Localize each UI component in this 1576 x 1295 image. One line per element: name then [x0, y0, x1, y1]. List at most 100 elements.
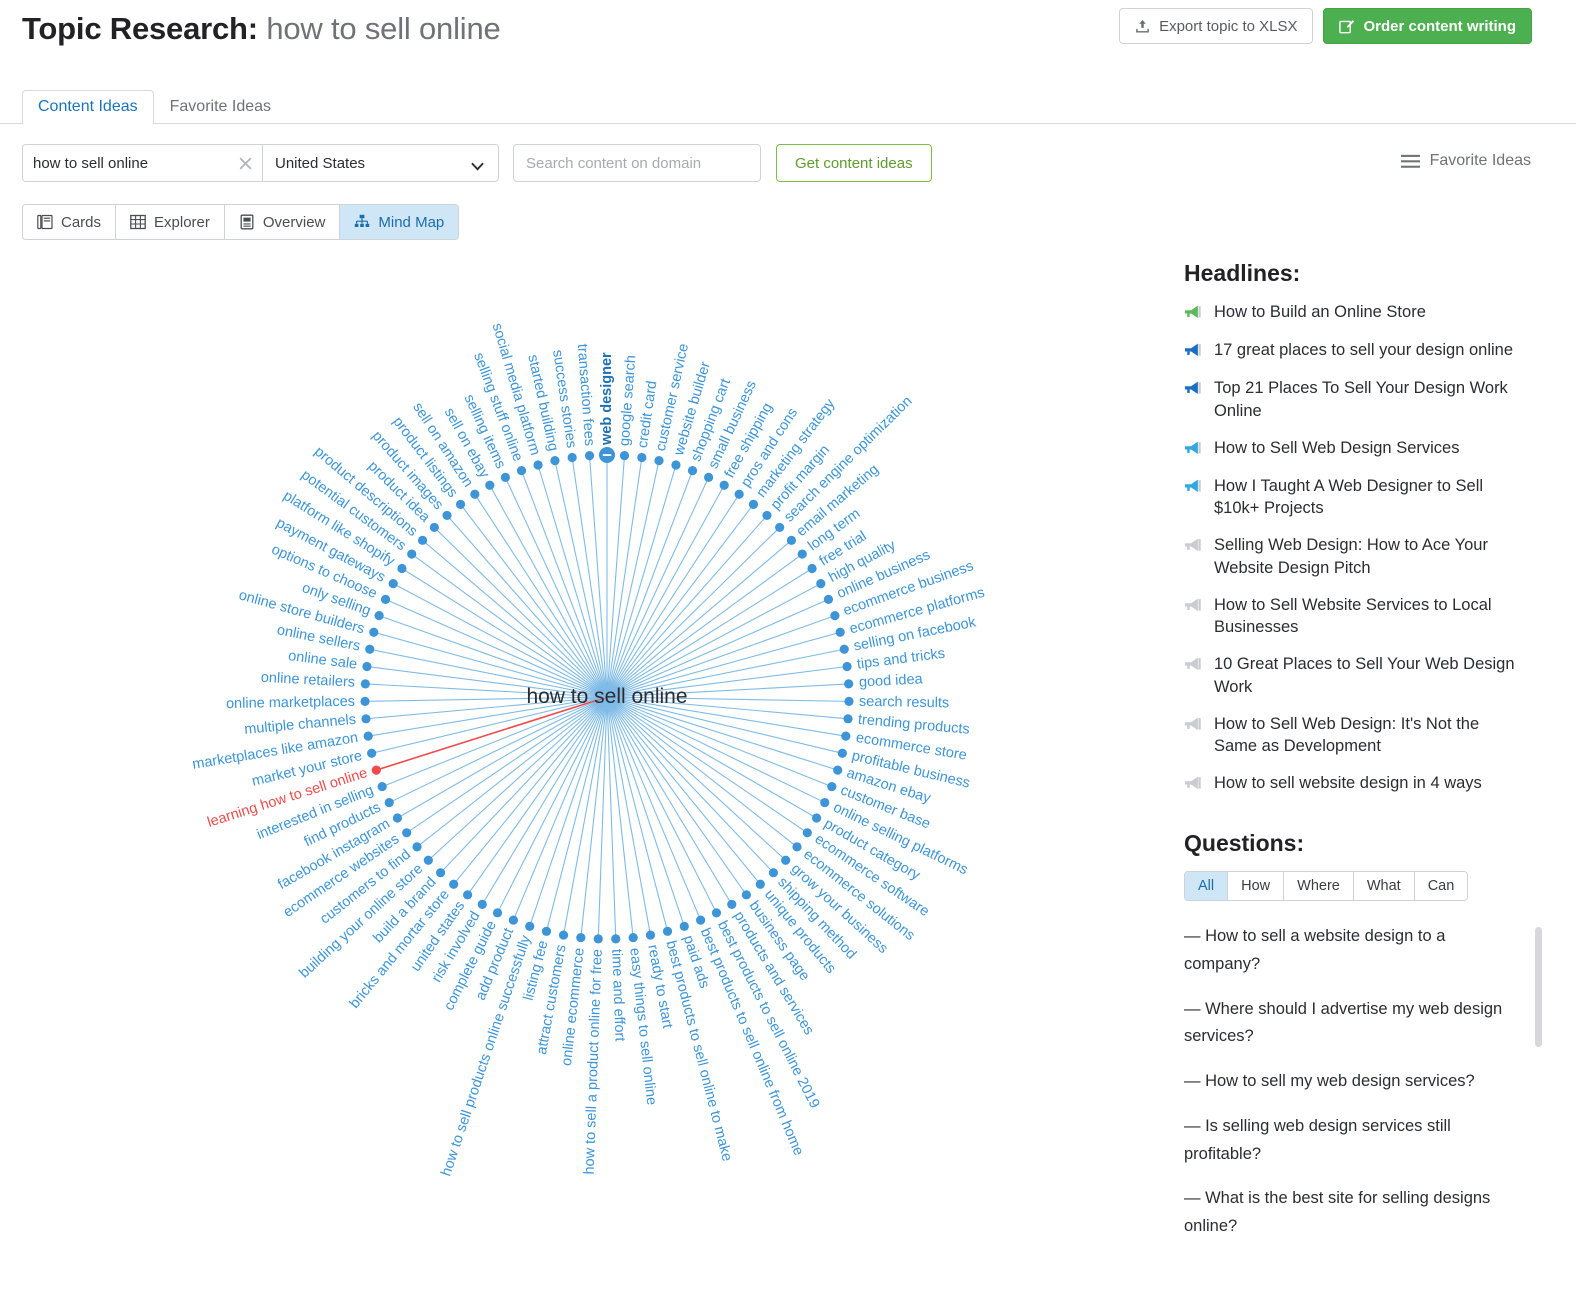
mindmap-node-dot[interactable]: [830, 611, 840, 621]
mindmap-node-dot[interactable]: [593, 934, 603, 944]
view-overview[interactable]: Overview: [224, 205, 341, 239]
export-topic-button[interactable]: Export topic to XLSX: [1119, 8, 1314, 44]
headline-item[interactable]: Selling Web Design: How to Ace Your Webs…: [1184, 534, 1526, 580]
mindmap-node-dot[interactable]: [786, 535, 797, 545]
question-item[interactable]: — What is the best site for selling desi…: [1184, 1185, 1509, 1240]
questions-scrollbar[interactable]: [1535, 927, 1542, 1048]
mindmap-node-dot[interactable]: [384, 797, 394, 808]
mindmap-node-dot[interactable]: [619, 451, 630, 461]
view-explorer[interactable]: Explorer: [116, 205, 225, 239]
mindmap-node-dot[interactable]: [748, 499, 759, 509]
mindmap-node-dot[interactable]: [654, 456, 664, 466]
mindmap-node-dot[interactable]: [820, 797, 830, 808]
country-select[interactable]: United States: [263, 145, 498, 181]
mindmap-node-dot[interactable]: [533, 460, 543, 470]
question-filter-can[interactable]: Can: [1414, 872, 1468, 901]
mindmap-node-dot[interactable]: [584, 451, 595, 461]
mindmap-node-dot[interactable]: [477, 899, 487, 909]
view-mind-map[interactable]: Mind Map: [340, 205, 459, 239]
mindmap-pane[interactable]: web designer google search credit card cust…: [0, 240, 1172, 1240]
mindmap-node-dot[interactable]: [841, 731, 851, 741]
mindmap-node-label[interactable]: online marketplaces: [226, 693, 355, 711]
keyword-input[interactable]: [23, 145, 228, 181]
mindmap-node-dot[interactable]: [839, 644, 849, 654]
headline-item[interactable]: How to Sell Website Services to Local Bu…: [1184, 594, 1526, 640]
mindmap-node-dot[interactable]: [792, 842, 802, 852]
mindmap-node-dot[interactable]: [558, 930, 569, 940]
mindmap-node-label[interactable]: time and effort: [608, 949, 627, 1042]
mindmap-node-dot[interactable]: [508, 915, 518, 925]
mindmap-node-dot[interactable]: [516, 466, 527, 476]
question-filter-all[interactable]: All: [1185, 872, 1229, 901]
mindmap-node-dot[interactable]: [550, 456, 560, 466]
headline-item[interactable]: 10 Great Places to Sell Your Web Design …: [1184, 653, 1526, 699]
mindmap-node-dot[interactable]: [802, 828, 812, 838]
question-item[interactable]: — How to sell a website design to a comp…: [1184, 923, 1509, 978]
mindmap-node-dot[interactable]: [435, 868, 446, 878]
mindmap-node-label[interactable]: search results: [859, 693, 950, 711]
mindmap-node-dot[interactable]: [360, 679, 370, 689]
mindmap-node-dot[interactable]: [377, 781, 387, 792]
mindmap-node-dot[interactable]: [811, 813, 822, 823]
headline-item[interactable]: How I Taught A Web Designer to Sell $10k…: [1184, 475, 1526, 521]
mindmap-node-dot[interactable]: [360, 696, 370, 706]
mindmap-node-dot[interactable]: [807, 563, 817, 574]
mindmap-node-dot[interactable]: [755, 879, 765, 889]
mindmap-node-dot[interactable]: [407, 549, 417, 559]
question-filter-where[interactable]: Where: [1284, 872, 1354, 901]
mindmap-node-dot[interactable]: [762, 510, 772, 521]
get-content-ideas-button[interactable]: Get content ideas: [776, 144, 932, 182]
headline-item[interactable]: How to sell website design in 4 ways: [1184, 772, 1526, 796]
mindmap-node-dot[interactable]: [719, 480, 729, 490]
mindmap-node-dot[interactable]: [367, 748, 377, 758]
mindmap-node-dot[interactable]: [442, 510, 452, 521]
headline-item[interactable]: Top 21 Places To Sell Your Design Work O…: [1184, 377, 1526, 423]
mindmap-node-dot[interactable]: [397, 563, 407, 574]
mindmap-node-dot[interactable]: [687, 466, 698, 476]
clear-keyword-button[interactable]: [228, 145, 262, 181]
mindmap-node-dot[interactable]: [837, 748, 847, 758]
mindmap-node-dot[interactable]: [696, 915, 706, 925]
mindmap-node-dot[interactable]: [727, 899, 737, 909]
mindmap-node-dot[interactable]: [371, 765, 381, 775]
mindmap-node-dot[interactable]: [679, 921, 689, 931]
headline-item[interactable]: How to Build an Online Store: [1184, 301, 1526, 325]
favorite-ideas-button[interactable]: Favorite Ideas: [1400, 152, 1531, 170]
mindmap-node-dot[interactable]: [844, 696, 854, 706]
mindmap-node-dot[interactable]: [392, 813, 403, 823]
mindmap-node-dot[interactable]: [662, 926, 673, 936]
mindmap-node-dot[interactable]: [462, 890, 473, 900]
mindmap-node-dot[interactable]: [628, 932, 638, 943]
order-content-writing-button[interactable]: Order content writing: [1323, 8, 1532, 44]
question-filter-how[interactable]: How: [1228, 872, 1285, 901]
mindmap-node-dot[interactable]: [734, 489, 744, 499]
mindmap-node-dot[interactable]: [704, 472, 714, 482]
mindmap-node-dot[interactable]: [363, 731, 373, 741]
mindmap-node-dot[interactable]: [449, 879, 459, 889]
mindmap-node-dot[interactable]: [485, 480, 495, 490]
mindmap-node-label[interactable]: web designer: [599, 352, 615, 445]
headline-item[interactable]: 17 great places to sell your design onli…: [1184, 339, 1526, 363]
mindmap-node-dot[interactable]: [374, 611, 384, 621]
mindmap-node-dot[interactable]: [365, 644, 375, 654]
mindmap-node-dot[interactable]: [369, 627, 379, 637]
mindmap-node-dot[interactable]: [361, 714, 371, 724]
mindmap-node-dot[interactable]: [711, 908, 722, 918]
tab-content-ideas[interactable]: Content Ideas: [22, 90, 154, 124]
question-filter-what[interactable]: What: [1353, 872, 1415, 901]
mindmap-node-dot[interactable]: [611, 934, 621, 944]
mindmap-node-dot[interactable]: [455, 499, 466, 509]
headline-item[interactable]: How to Sell Web Design: It's Not the Sam…: [1184, 713, 1526, 759]
mindmap-node-dot[interactable]: [637, 452, 647, 463]
domain-search-input[interactable]: [513, 144, 761, 182]
question-item[interactable]: — How to sell my web design services?: [1184, 1068, 1509, 1096]
mindmap-node-dot[interactable]: [412, 842, 422, 852]
mindmap-node-dot[interactable]: [842, 661, 852, 672]
mindmap-node-dot[interactable]: [833, 765, 843, 775]
view-cards[interactable]: Cards: [23, 205, 117, 239]
mindmap-node-dot[interactable]: [525, 921, 535, 931]
mindmap-node-dot[interactable]: [500, 472, 510, 482]
mindmap-node-dot[interactable]: [470, 489, 480, 499]
mindmap-node-dot[interactable]: [827, 781, 837, 792]
mindmap-node-dot[interactable]: [429, 522, 439, 533]
